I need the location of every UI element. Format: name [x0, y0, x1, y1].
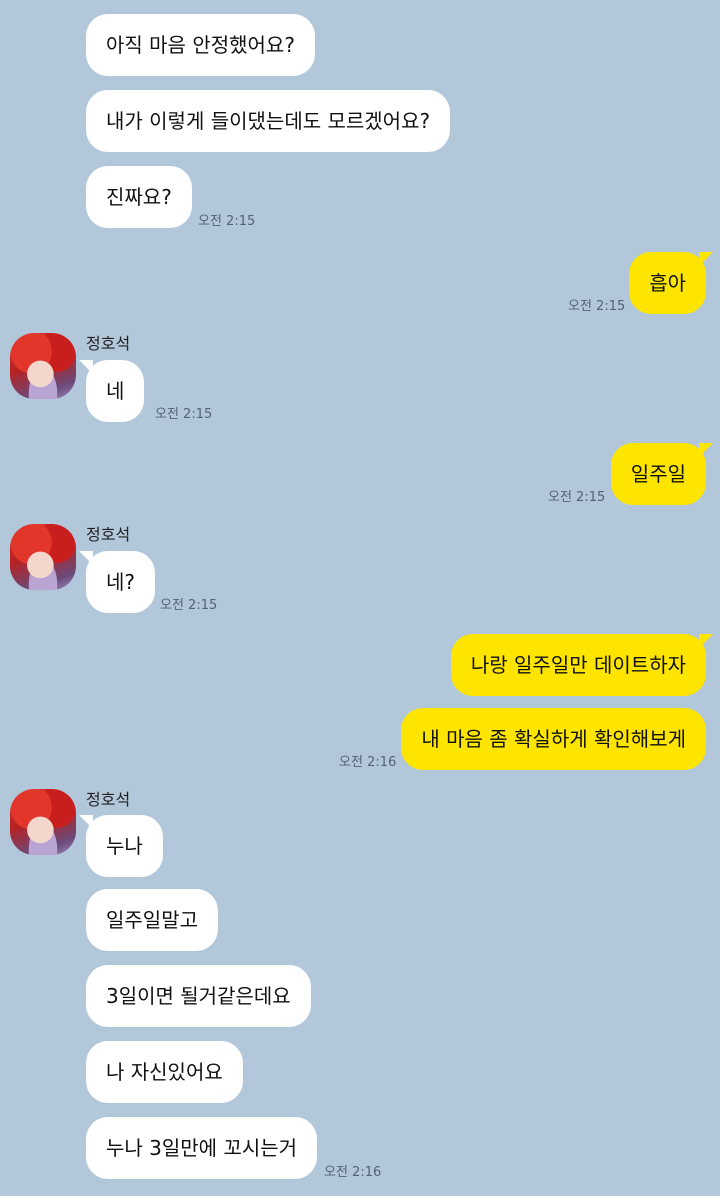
incoming-message[interactable]: 네 — [78, 360, 145, 422]
incoming-message[interactable]: 3일이면 될거같은데요 — [86, 965, 311, 1027]
incoming-message[interactable]: 진짜요? — [86, 166, 192, 228]
sender-name: 정호석 — [86, 790, 131, 809]
message-timestamp: 오전 2:16 — [339, 755, 397, 770]
outgoing-message[interactable]: 내 마음 좀 확실하게 확인해보게 — [401, 708, 706, 770]
incoming-message[interactable]: 누나 — [79, 815, 163, 877]
message-timestamp: 오전 2:15 — [568, 299, 626, 314]
incoming-message[interactable]: 네? — [78, 551, 156, 613]
incoming-message[interactable]: 내가 이렇게 들이댔는데도 모르겠어요? — [86, 90, 451, 152]
message-timestamp: 오전 2:16 — [324, 1165, 382, 1180]
incoming-message[interactable]: 아직 마음 안정했어요? — [86, 14, 315, 76]
incoming-message[interactable]: 나 자신있어요 — [86, 1041, 243, 1103]
sender-avatar[interactable] — [10, 333, 76, 399]
incoming-message[interactable]: 누나 3일만에 꼬시는거 — [86, 1117, 318, 1179]
sender-name: 정호석 — [86, 525, 131, 544]
outgoing-message[interactable]: 일주일 — [610, 443, 714, 505]
outgoing-message[interactable]: 흡아 — [629, 252, 713, 314]
outgoing-message[interactable]: 나랑 일주일만 데이트하자 — [450, 634, 714, 696]
sender-avatar[interactable] — [10, 789, 76, 855]
sender-name: 정호석 — [86, 334, 131, 353]
message-timestamp: 오전 2:15 — [160, 598, 218, 613]
message-timestamp: 오전 2:15 — [155, 407, 213, 422]
message-timestamp: 오전 2:15 — [198, 214, 256, 229]
incoming-message[interactable]: 일주일말고 — [86, 889, 218, 951]
message-timestamp: 오전 2:15 — [548, 490, 606, 505]
sender-avatar[interactable] — [10, 524, 76, 590]
